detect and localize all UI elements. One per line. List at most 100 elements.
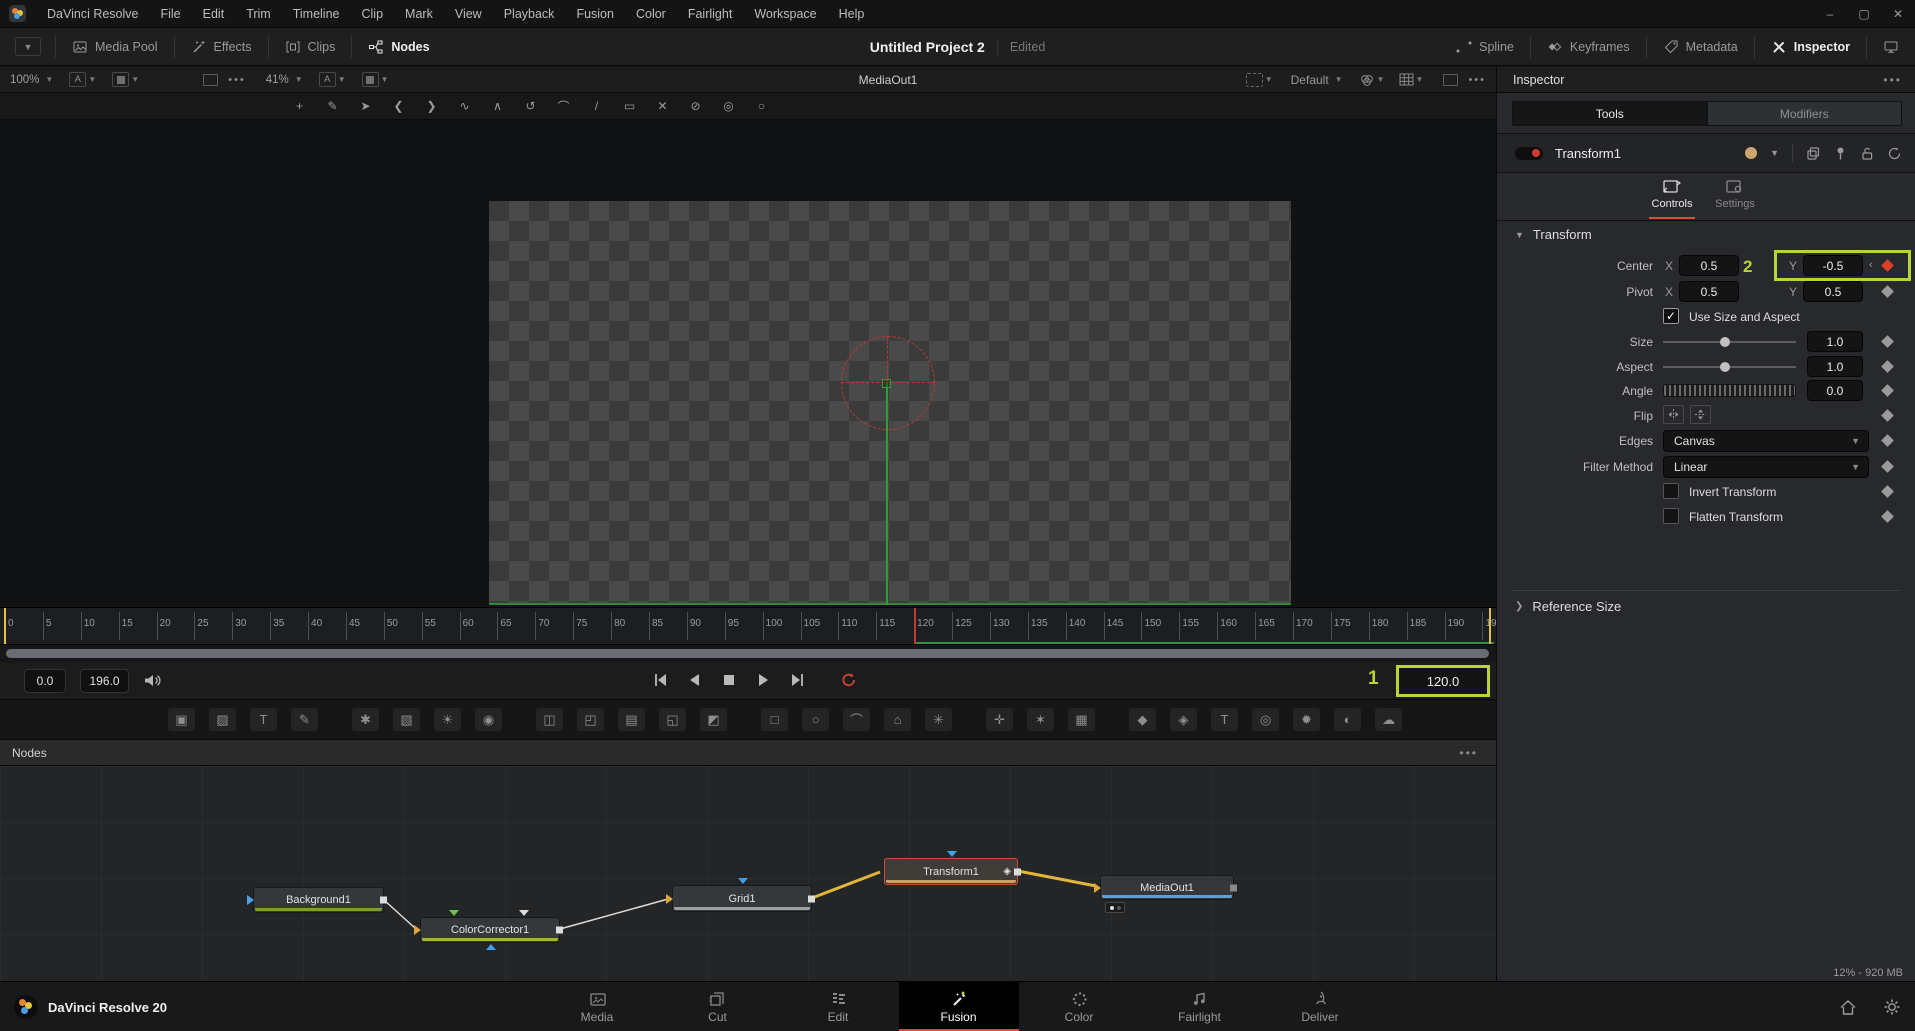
subtab-controls[interactable]: Controls xyxy=(1642,178,1702,210)
toolbar-button-keyframes[interactable]: Keyframes xyxy=(1531,28,1646,65)
versions-icon[interactable] xyxy=(1806,146,1821,161)
viewer-overlay-a2-button[interactable]: A xyxy=(319,72,336,87)
keyframe-icon-pivot[interactable] xyxy=(1881,285,1894,298)
volume3d-tool[interactable]: ☁ xyxy=(1375,708,1402,731)
angle-dial[interactable] xyxy=(1663,384,1796,397)
aspect-slider[interactable] xyxy=(1663,366,1796,368)
merge-tool[interactable]: ◫ xyxy=(536,708,563,731)
brightness-tool[interactable]: ☀ xyxy=(434,708,461,731)
node-input-port[interactable] xyxy=(1094,883,1101,893)
zoom-tool[interactable]: ○ xyxy=(752,97,771,116)
resize-tool[interactable]: ○ xyxy=(802,708,829,731)
menu-view[interactable]: View xyxy=(444,0,493,28)
menu-color[interactable]: Color xyxy=(625,0,677,28)
keyframe-icon-flatten[interactable] xyxy=(1881,510,1894,523)
pivot-x-field[interactable]: 0.5 xyxy=(1679,281,1739,302)
node-input-port[interactable] xyxy=(666,894,673,904)
menu-mark[interactable]: Mark xyxy=(394,0,444,28)
viewer-channel-button[interactable] xyxy=(112,72,129,87)
prev-keyframe-icon[interactable]: ‹ xyxy=(1869,259,1873,271)
node-tile-color-icon[interactable] xyxy=(1745,147,1757,159)
magnet-tool[interactable]: ◎ xyxy=(719,97,738,116)
node-MediaOut1[interactable]: MediaOut1 xyxy=(1100,875,1234,900)
invert-tool[interactable]: ↺ xyxy=(521,97,540,116)
maximize-icon[interactable]: ▢ xyxy=(1847,0,1881,28)
gridwarp-tool[interactable]: ▦ xyxy=(1068,708,1095,731)
node-connection[interactable] xyxy=(560,899,668,929)
flip-vertical-button[interactable] xyxy=(1690,405,1711,424)
toolbar-button-spline[interactable]: Spline xyxy=(1440,28,1530,65)
select-tool[interactable]: ➤ xyxy=(356,97,375,116)
node-mask-port[interactable] xyxy=(486,944,496,950)
panel-layout-button[interactable] xyxy=(1867,28,1915,65)
node-connection[interactable] xyxy=(384,900,416,929)
scrollbar-thumb[interactable] xyxy=(6,649,1489,658)
stop-button[interactable] xyxy=(718,667,740,693)
viewer-options-right[interactable]: ••• xyxy=(1468,74,1486,86)
line-tool[interactable]: / xyxy=(587,97,606,116)
flatten-transform-checkbox[interactable] xyxy=(1663,508,1679,524)
shape3d-tool[interactable]: ◆ xyxy=(1129,708,1156,731)
node-ColorCorrector1[interactable]: ColorCorrector1 xyxy=(420,917,560,943)
colorcorrector-tool[interactable]: ▧ xyxy=(393,708,420,731)
particles-tool[interactable]: ✶ xyxy=(1027,708,1054,731)
go-to-first-frame-button[interactable] xyxy=(650,667,672,693)
toolbar-button-media-pool[interactable]: Media Pool xyxy=(56,28,174,65)
reference-size-section[interactable]: ❯ Reference Size xyxy=(1515,599,1621,614)
merge3d-tool[interactable]: ◈ xyxy=(1170,708,1197,731)
home-icon[interactable] xyxy=(1839,999,1857,1016)
renderer3d-tool[interactable]: ◐ xyxy=(1334,708,1361,731)
node-connection[interactable] xyxy=(1018,871,1096,886)
node-output-port[interactable] xyxy=(1014,868,1021,875)
tab-modifiers[interactable]: Modifiers xyxy=(1707,102,1902,125)
node-output-port[interactable] xyxy=(808,895,815,902)
fastnoise-tool[interactable]: ▨ xyxy=(209,708,236,731)
viewer-expand-button[interactable] xyxy=(203,74,218,86)
audio-mute-icon[interactable] xyxy=(143,672,162,689)
use-size-aspect-checkbox[interactable]: ✓ xyxy=(1663,308,1679,324)
text-tool[interactable]: T xyxy=(250,708,277,731)
flip-horizontal-button[interactable] xyxy=(1663,405,1684,424)
splinewarp-tool[interactable]: ⌒ xyxy=(843,708,870,731)
play-forward-button[interactable] xyxy=(752,667,774,693)
cornerpin-tool[interactable]: ⌂ xyxy=(884,708,911,731)
blur-tool[interactable]: ✱ xyxy=(352,708,379,731)
pivot-y-field[interactable]: 0.5 xyxy=(1803,281,1863,302)
color-wheels-icon[interactable] xyxy=(1359,73,1375,87)
keyframe-icon-invert[interactable] xyxy=(1881,485,1894,498)
minimize-icon[interactable]: – xyxy=(1813,0,1847,28)
disable-tool[interactable]: ⊘ xyxy=(686,97,705,116)
node-effect-mask-port[interactable] xyxy=(947,851,957,857)
node-input-port[interactable] xyxy=(247,895,254,905)
viewer-assignment-badge[interactable] xyxy=(1105,902,1125,913)
keyframe-icon-flip[interactable] xyxy=(1881,409,1894,422)
grid-icon[interactable] xyxy=(1399,73,1414,86)
toolbar-button-metadata[interactable]: Metadata xyxy=(1647,28,1754,65)
menu-help[interactable]: Help xyxy=(828,0,876,28)
camera3d-tool[interactable]: ◎ xyxy=(1252,708,1279,731)
menu-file[interactable]: File xyxy=(149,0,191,28)
play-reverse-button[interactable] xyxy=(684,667,706,693)
page-tab-media[interactable]: Media xyxy=(537,982,657,1031)
menu-timeline[interactable]: Timeline xyxy=(282,0,351,28)
page-tab-color[interactable]: Color xyxy=(1019,982,1139,1031)
dissolve-tool[interactable]: ▤ xyxy=(618,708,645,731)
edges-dropdown[interactable]: Canvas▼ xyxy=(1663,430,1869,452)
loop-button[interactable] xyxy=(838,667,860,693)
roi-icon[interactable] xyxy=(1246,73,1263,87)
close-icon[interactable]: ✕ xyxy=(1881,0,1915,28)
page-tab-cut[interactable]: Cut xyxy=(658,982,778,1031)
node-connection[interactable] xyxy=(812,872,880,898)
node-Grid1[interactable]: Grid1 xyxy=(672,885,812,912)
menu-workspace[interactable]: Workspace xyxy=(743,0,827,28)
keyframe-icon-aspect[interactable] xyxy=(1881,360,1894,373)
mediain-tool[interactable]: ◱ xyxy=(659,708,686,731)
workspace-overlay-toggle[interactable]: ▼ xyxy=(15,37,41,56)
viewer-canvas[interactable] xyxy=(0,120,1496,607)
page-tab-edit[interactable]: Edit xyxy=(778,982,898,1031)
viewer-lut-select[interactable]: Default xyxy=(1281,73,1333,87)
settings-gear-icon[interactable] xyxy=(1883,998,1901,1016)
tab-tools[interactable]: Tools xyxy=(1513,102,1707,125)
add-point-tool[interactable]: + xyxy=(290,97,309,116)
node-Transform1[interactable]: Transform1◈ xyxy=(884,858,1018,885)
